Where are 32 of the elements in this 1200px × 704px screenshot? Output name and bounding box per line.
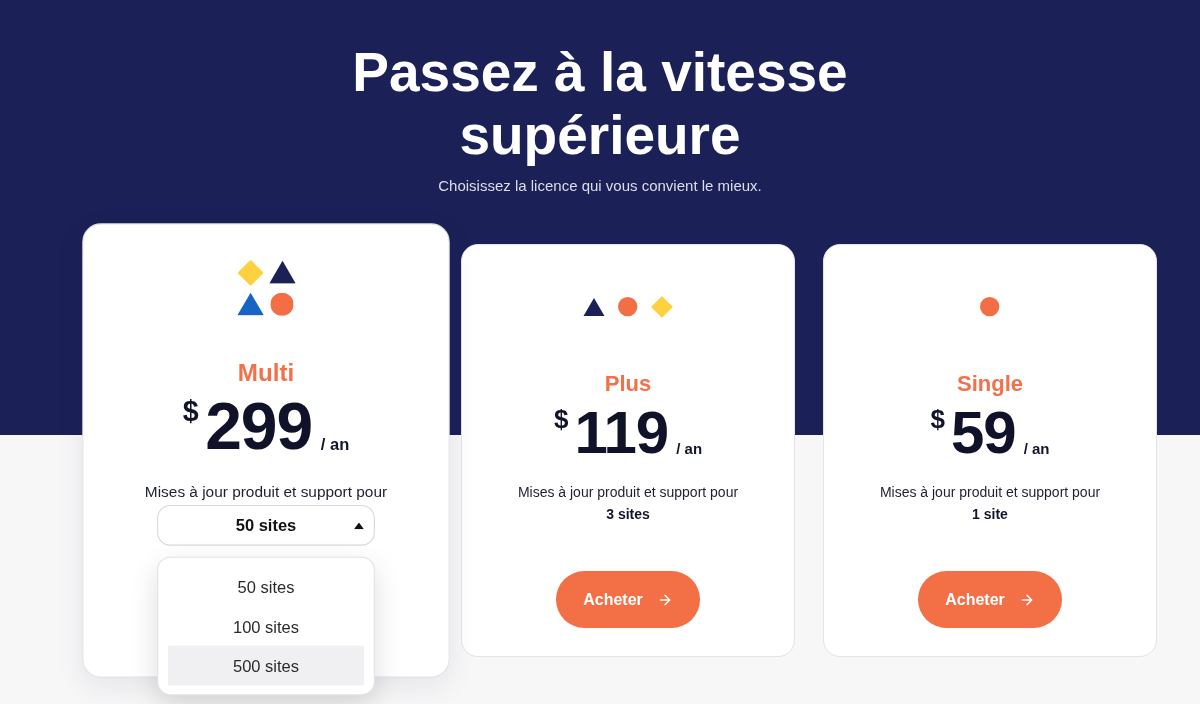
site-select[interactable]: 50 sites <box>157 504 375 546</box>
diamond-icon <box>650 296 673 318</box>
diamond-icon <box>236 259 264 286</box>
site-count: 1 site <box>972 505 1008 524</box>
plan-name: Single <box>957 370 1023 398</box>
dropdown-option[interactable]: 100 sites <box>168 606 364 646</box>
site-count: 3 sites <box>606 505 650 524</box>
currency-symbol: $ <box>182 397 199 430</box>
page-subtitle: Choisissez la licence qui vous convient le mieux. <box>438 176 762 196</box>
plan-description: Mises à jour produit et support pour <box>517 483 739 502</box>
currency-symbol: $ <box>930 406 945 436</box>
caret-up-icon <box>354 522 364 529</box>
triangle-icon <box>236 292 264 316</box>
currency-symbol: $ <box>553 406 569 436</box>
dropdown-option[interactable]: 500 sites <box>168 645 364 686</box>
price-amount: 119 <box>574 403 669 463</box>
plan-name: Multi <box>237 357 295 389</box>
price-amount: 59 <box>950 403 1016 463</box>
triangle-icon <box>268 260 296 284</box>
circle-icon <box>270 292 294 316</box>
plan-name: Plus <box>604 370 652 398</box>
triangle-icon <box>583 297 606 317</box>
price-period: / an <box>676 441 703 456</box>
dropdown-option[interactable]: 50 sites <box>168 566 364 607</box>
page-title: Passez à la vitesse supérieure <box>351 41 849 167</box>
price-period: / an <box>1023 441 1050 456</box>
price-amount: 299 <box>205 393 313 460</box>
circle-icon <box>980 297 1000 317</box>
price-period: / an <box>320 435 350 453</box>
plan-description: Mises à jour produit et support pour <box>879 483 1101 502</box>
plan-description: Mises à jour produit et support pour <box>144 481 388 503</box>
circle-icon <box>618 297 638 317</box>
